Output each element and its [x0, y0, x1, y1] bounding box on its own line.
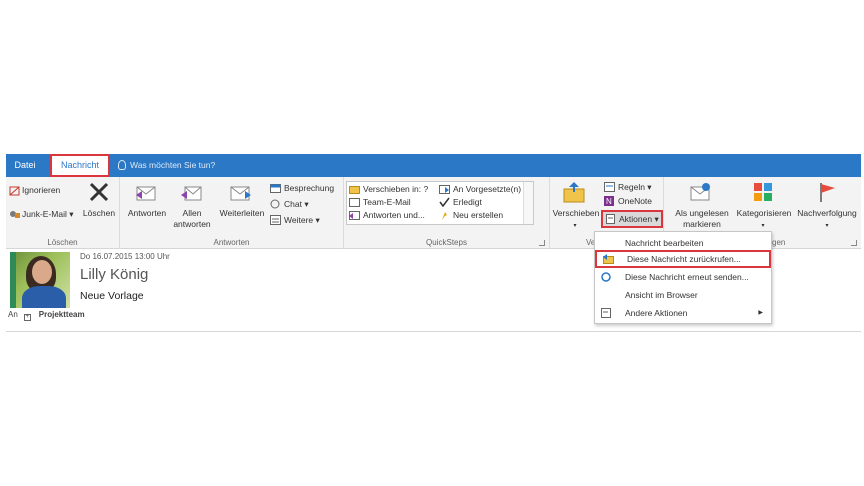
more-button[interactable]: Weitere ▾ — [284, 215, 320, 226]
chat-button[interactable]: Chat ▾ — [284, 199, 309, 210]
follow-up-dropdown-icon[interactable]: ▾ — [820, 221, 834, 232]
submenu-arrow-icon: ▶ — [758, 310, 763, 316]
actions-label: Aktionen — [619, 214, 653, 224]
mark-unread-label-1: Als ungelesen — [675, 208, 729, 218]
quickstep-create-new[interactable]: Neu erstellen — [453, 210, 503, 220]
message-date: Do 16.07.2015 13:00 Uhr — [80, 252, 170, 261]
menu-item-resend-message[interactable]: Diese Nachricht erneut senden... — [595, 268, 771, 286]
quickstep-reply-delete[interactable]: Antworten und... — [363, 210, 425, 220]
ignore-icon — [9, 186, 20, 196]
other-actions-icon — [601, 308, 611, 318]
actions-icon — [606, 214, 615, 224]
delete-icon — [89, 182, 109, 202]
tell-me-box[interactable]: Was möchten Sie tun? — [118, 154, 215, 177]
chat-label: Chat — [284, 199, 302, 209]
quicksteps-scrollbar[interactable] — [523, 182, 533, 224]
junk-mail-button[interactable]: Junk-E-Mail ▾ — [22, 209, 74, 220]
expand-group-icon[interactable]: + — [23, 314, 31, 321]
avatar-border — [10, 252, 16, 308]
other-actions-label: Andere Aktionen — [625, 308, 688, 318]
to-manager-icon — [439, 185, 450, 194]
chat-icon — [270, 199, 280, 209]
quickstep-done[interactable]: Erledigt — [453, 197, 482, 207]
recipient-group[interactable]: Projektteam — [39, 310, 85, 319]
reply-all-icon — [181, 186, 202, 201]
group-delete: Ignorieren Junk-E-Mail ▾ Löschen Löschen — [6, 177, 120, 249]
reply-button[interactable]: Antworten — [122, 208, 172, 219]
mark-unread-button[interactable]: Als ungelesen markieren — [670, 208, 734, 230]
actions-dropdown-menu: Nachricht bearbeiten Diese Nachricht zur… — [594, 231, 772, 324]
done-icon — [439, 197, 450, 207]
move-to-icon — [349, 186, 360, 194]
quickstep-to-manager[interactable]: An Vorgesetzte(n) — [453, 184, 521, 194]
meeting-button[interactable]: Besprechung — [284, 183, 334, 193]
reply-delete-icon — [349, 211, 360, 220]
move-button[interactable]: Verschieben — [550, 208, 602, 219]
categorize-icon — [754, 183, 772, 201]
ribbon-tab-bar: Datei Nachricht Was möchten Sie tun? — [6, 154, 861, 177]
follow-up-button[interactable]: Nachverfolgung — [794, 208, 860, 219]
avatar-face — [32, 260, 52, 284]
rules-icon — [604, 182, 615, 192]
tell-me-text: Was möchten Sie tun? — [130, 160, 216, 170]
recall-icon — [603, 254, 614, 264]
forward-icon — [230, 186, 251, 201]
resend-icon — [601, 272, 611, 282]
reply-all-label-1: Allen — [182, 208, 202, 218]
svg-text:N: N — [606, 197, 612, 206]
onenote-button[interactable]: OneNote — [618, 196, 652, 206]
recall-label: Diese Nachricht zurückrufen... — [627, 254, 741, 264]
menu-item-other-actions[interactable]: Andere Aktionen ▶ — [595, 304, 771, 322]
onenote-icon: N — [604, 196, 614, 206]
quickstep-move-to[interactable]: Verschieben in: ? — [363, 184, 428, 194]
meeting-icon — [270, 184, 281, 193]
avatar-body — [22, 286, 66, 308]
team-mail-icon — [349, 198, 360, 207]
resend-label: Diese Nachricht erneut senden... — [625, 272, 749, 282]
more-label: Weitere — [284, 215, 314, 225]
menu-item-recall-message[interactable]: Diese Nachricht zurückrufen... — [595, 250, 771, 268]
quicksteps-gallery: Verschieben in: ? Team-E-Mail Antworten … — [346, 181, 534, 225]
more-icon — [270, 215, 281, 225]
group-label-respond: Antworten — [213, 238, 250, 247]
move-dropdown-icon[interactable]: ▾ — [568, 221, 582, 232]
rules-button[interactable]: Regeln ▾ — [618, 182, 652, 193]
junk-mail-icon — [10, 211, 20, 218]
create-new-icon — [442, 212, 447, 220]
mark-unread-label-2: markieren — [683, 219, 721, 229]
sender-name[interactable]: Lilly König — [80, 266, 148, 283]
recipient-line: An + Projektteam — [8, 310, 85, 321]
reply-icon — [136, 186, 156, 201]
move-icon — [563, 182, 585, 203]
categorize-button[interactable]: Kategorisieren — [734, 208, 794, 219]
delete-button[interactable]: Löschen — [80, 208, 118, 219]
group-label-delete: Löschen — [47, 238, 78, 247]
forward-button[interactable]: Weiterleiten — [216, 208, 268, 219]
rules-label: Regeln — [618, 182, 645, 192]
quicksteps-launcher[interactable] — [539, 240, 545, 246]
follow-up-flag-icon — [820, 183, 835, 202]
tab-file[interactable]: Datei — [6, 154, 44, 177]
menu-item-view-in-browser[interactable]: Ansicht im Browser — [595, 286, 771, 304]
reply-all-label-2: antworten — [173, 219, 211, 229]
reply-all-button[interactable]: Allen antworten — [170, 208, 214, 230]
message-subject: Neue Vorlage — [80, 290, 144, 302]
sender-avatar — [10, 252, 70, 308]
ignore-button[interactable]: Ignorieren — [22, 185, 60, 195]
tags-launcher[interactable] — [851, 240, 857, 246]
group-respond: Antworten Allen antworten Weiterleiten Be… — [120, 177, 344, 249]
quickstep-team-mail[interactable]: Team-E-Mail — [363, 197, 411, 207]
group-label-quicksteps: QuickSteps — [426, 238, 467, 247]
tab-message[interactable]: Nachricht — [50, 154, 110, 177]
mark-unread-icon — [690, 183, 710, 201]
lightbulb-icon — [118, 160, 126, 170]
recipient-label: An — [8, 310, 18, 319]
actions-button[interactable]: Aktionen ▾ — [601, 210, 663, 228]
junk-mail-label: Junk-E-Mail — [22, 209, 67, 219]
